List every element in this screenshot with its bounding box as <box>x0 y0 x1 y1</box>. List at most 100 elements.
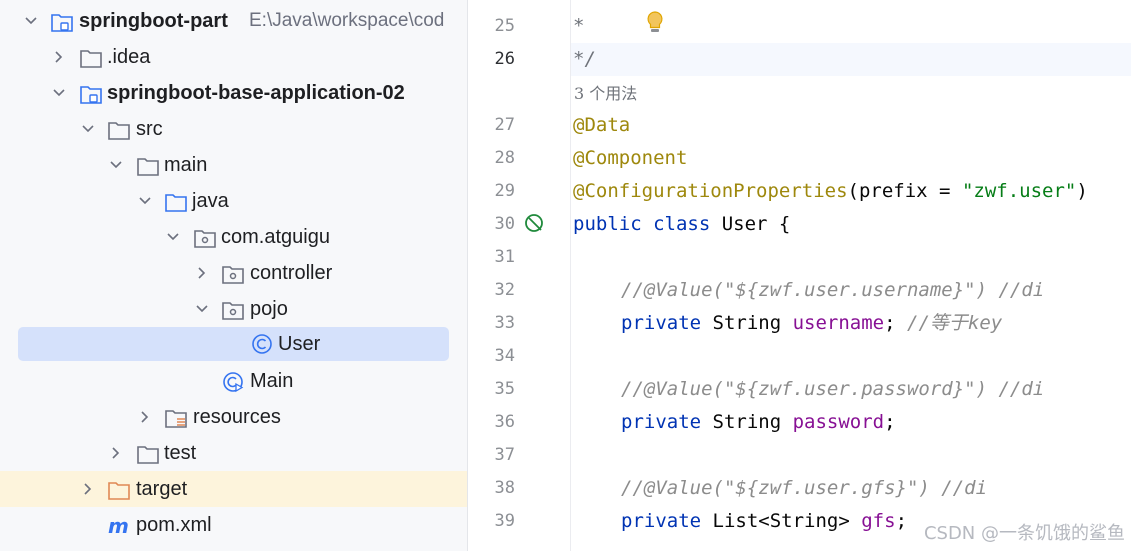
excluded-folder-icon <box>108 482 130 500</box>
tree-item-test[interactable]: test <box>0 435 467 471</box>
tree-item-user[interactable]: User <box>0 325 467 361</box>
bean-icon[interactable] <box>523 212 547 236</box>
type-name: List<String> <box>701 510 862 532</box>
field-name: username <box>792 312 885 334</box>
tree-item-label: springboot-base-application-02 <box>107 82 405 104</box>
tree-item-label: resources <box>193 406 281 428</box>
tree-item-label: User <box>278 333 321 355</box>
line-number: 38 <box>494 478 515 498</box>
annotation-args-open: (prefix = <box>847 180 962 202</box>
folder-icon <box>80 50 102 68</box>
class-declaration: User { <box>710 213 791 235</box>
line-number: 35 <box>494 379 515 399</box>
tree-item-label: .idea <box>107 46 151 68</box>
module-folder-icon <box>80 86 102 104</box>
line-number: 34 <box>494 346 515 366</box>
chevron-down-icon[interactable] <box>107 156 125 174</box>
keyword: private <box>621 411 702 433</box>
package-icon <box>222 266 244 284</box>
folder-icon <box>137 446 159 464</box>
tree-item-pom-xml[interactable]: m pom.xml <box>0 507 467 543</box>
tree-item-label: main <box>164 154 208 176</box>
field-name: gfs <box>861 510 896 532</box>
svg-text:m: m <box>108 515 129 537</box>
project-path: E:\Java\workspace\cod <box>249 10 445 31</box>
field-name: password <box>792 411 885 433</box>
tree-item-java[interactable]: java <box>0 183 467 219</box>
code-line-29: @ConfigurationProperties(prefix = "zwf.u… <box>573 175 1088 208</box>
line-number: 30 <box>494 214 515 234</box>
chevron-down-icon[interactable] <box>193 300 211 318</box>
line-number: 26 <box>494 49 515 69</box>
chevron-down-icon[interactable] <box>22 12 40 30</box>
line-number: 28 <box>494 148 515 168</box>
tree-item-main-class[interactable]: Main <box>0 363 467 399</box>
code-line-38: //@Value("${zwf.user.gfs}") //di <box>621 472 987 505</box>
tree-item-controller[interactable]: controller <box>0 255 467 291</box>
chevron-down-icon[interactable] <box>164 228 182 246</box>
runnable-class-icon <box>223 372 244 393</box>
code-line-35: //@Value("${zwf.user.password}") //di <box>621 373 1044 406</box>
annotation-component: @Component <box>573 147 688 169</box>
tree-item-springboot-base-application-02[interactable]: springboot-base-application-02 <box>0 75 467 111</box>
line-number: 39 <box>494 511 515 531</box>
chevron-down-icon[interactable] <box>50 84 68 102</box>
code-line-39: private List<String> gfs; <box>621 505 907 538</box>
chevron-right-icon[interactable] <box>50 48 68 66</box>
semicolon: ; <box>884 312 907 334</box>
tree-item-label: controller <box>250 262 333 284</box>
line-number: 29 <box>494 181 515 201</box>
tree-item-label: src <box>136 118 163 140</box>
code-line-26: */ <box>573 43 596 76</box>
tree-item-label: java <box>192 190 229 212</box>
tree-item-src[interactable]: src <box>0 111 467 147</box>
chevron-down-icon[interactable] <box>79 120 97 138</box>
chevron-right-icon[interactable] <box>107 444 125 462</box>
code-line-33: private String username; //等于key <box>621 307 1002 340</box>
chevron-right-icon[interactable] <box>79 480 97 498</box>
class-icon <box>252 334 272 354</box>
line-number: 37 <box>494 445 515 465</box>
usages-inlay-hint[interactable]: 3 个用法 <box>574 77 637 110</box>
annotation-args-close: ) <box>1076 180 1088 202</box>
tree-item-pojo[interactable]: pojo <box>0 291 467 327</box>
lightbulb-icon[interactable] <box>644 10 666 36</box>
folder-icon <box>137 158 159 176</box>
code-line-28: @Component <box>573 142 687 175</box>
string-literal: "zwf.user" <box>961 180 1077 202</box>
chevron-right-icon[interactable] <box>193 264 211 282</box>
line-number: 25 <box>494 16 515 36</box>
project-tree-panel: springboot-part E:\Java\workspace\cod .i… <box>0 0 467 551</box>
tree-item-label: Main <box>250 370 294 392</box>
line-number: 31 <box>494 247 515 267</box>
line-comment: //@Value("${zwf.user.username}") //di <box>621 279 1045 301</box>
code-editor[interactable]: 25 26 27 28 29 30 31 32 33 34 35 36 37 3… <box>468 0 1131 551</box>
code-line-30: public class User { <box>573 208 790 241</box>
line-number: 36 <box>494 412 515 432</box>
tree-item-target[interactable]: target <box>0 471 467 507</box>
tree-item-idea[interactable]: .idea <box>0 39 467 75</box>
tree-item-label: pojo <box>250 298 288 320</box>
doc-comment-star: * <box>573 15 585 37</box>
type-name: String <box>701 312 793 334</box>
doc-comment-close: */ <box>573 48 596 70</box>
code-line-32: //@Value("${zwf.user.username}") //di <box>621 274 1044 307</box>
annotation-data: @Data <box>573 114 631 136</box>
selection-highlight <box>18 327 449 361</box>
tree-item-springboot-part[interactable]: springboot-part E:\Java\workspace\cod <box>0 3 467 39</box>
annotation-configuration-properties: @ConfigurationProperties <box>573 180 848 202</box>
chevron-down-icon[interactable] <box>136 192 154 210</box>
tree-item-label: springboot-part <box>79 10 228 32</box>
keyword: public class <box>573 213 711 235</box>
tree-item-com-atguigu[interactable]: com.atguigu <box>0 219 467 255</box>
tree-item-main[interactable]: main <box>0 147 467 183</box>
tree-item-label: pom.xml <box>136 514 212 536</box>
line-number: 32 <box>494 280 515 300</box>
chevron-right-icon[interactable] <box>136 408 154 426</box>
resources-folder-icon <box>165 410 187 428</box>
line-number: 33 <box>494 313 515 333</box>
tree-item-resources[interactable]: resources <box>0 399 467 435</box>
code-line-27: @Data <box>573 109 630 142</box>
watermark: CSDN @一条饥饿的鲨鱼 <box>923 523 1125 544</box>
package-icon <box>222 302 244 320</box>
